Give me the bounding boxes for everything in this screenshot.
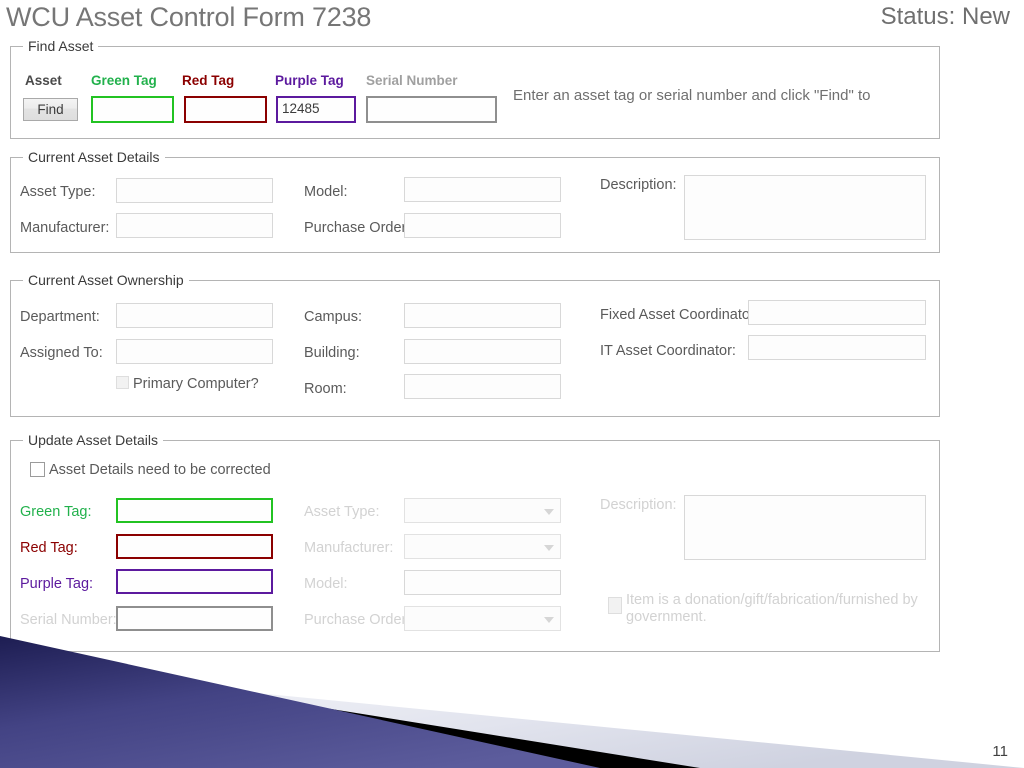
update-green-tag-input[interactable] (116, 498, 273, 523)
asset-details-correction-checkbox[interactable] (30, 462, 45, 477)
find-red-tag-value (186, 98, 265, 102)
update-serial-number-value (118, 608, 271, 612)
current-manufacturer-input[interactable] (116, 213, 273, 238)
update-manufacturer-dropdown[interactable] (404, 534, 561, 559)
find-purple-tag-value: 12485 (282, 101, 320, 116)
asset-column-header: Asset (25, 73, 62, 88)
find-button[interactable]: Find (23, 98, 78, 121)
find-asset-legend: Find Asset (23, 37, 99, 55)
assigned-to-input[interactable] (116, 339, 273, 364)
find-red-tag-input[interactable] (184, 96, 267, 123)
update-purple-tag-value (118, 571, 271, 575)
status-badge: Status: New (880, 3, 1010, 30)
update-model-value (405, 571, 560, 575)
find-purple-tag-input[interactable]: 12485 (276, 96, 356, 123)
update-asset-type-box (404, 498, 561, 523)
primary-computer-label: Primary Computer? (133, 376, 259, 392)
chevron-down-icon (544, 544, 554, 551)
current-description-input[interactable] (684, 175, 926, 240)
donation-checkbox[interactable] (608, 597, 622, 614)
department-label: Department: (20, 309, 100, 325)
update-purchase-order-box (404, 606, 561, 631)
chevron-down-icon (544, 616, 554, 623)
assigned-to-label: Assigned To: (20, 345, 103, 361)
update-red-tag-input[interactable] (116, 534, 273, 559)
current-manufacturer-label: Manufacturer: (20, 220, 110, 236)
current-description-value (685, 176, 925, 180)
building-label: Building: (304, 345, 360, 361)
update-manufacturer-box (404, 534, 561, 559)
navy-band (0, 636, 600, 768)
update-red-tag-value (118, 536, 271, 540)
department-value (117, 304, 272, 308)
fixed-asset-coordinator-input[interactable] (748, 300, 926, 325)
update-manufacturer-label: Manufacturer: (304, 540, 394, 556)
campus-input[interactable] (404, 303, 561, 328)
update-asset-type-label: Asset Type: (304, 504, 380, 520)
fixed-asset-coordinator-label: Fixed Asset Coordinator: (600, 307, 759, 323)
find-green-tag-input[interactable] (91, 96, 174, 123)
current-purchase-order-label: Purchase Order: (304, 220, 411, 236)
purple-tag-column-header: Purple Tag (275, 73, 344, 88)
it-asset-coordinator-label: IT Asset Coordinator: (600, 343, 736, 359)
update-purple-tag-input[interactable] (116, 569, 273, 594)
update-description-input[interactable] (684, 495, 926, 560)
find-help-text: Enter an asset tag or serial number and … (513, 87, 871, 104)
chevron-down-icon (544, 508, 554, 515)
page-number: 11 (992, 743, 1008, 760)
current-manufacturer-value (117, 214, 272, 218)
update-model-input[interactable] (404, 570, 561, 595)
room-value (405, 375, 560, 379)
current-model-label: Model: (304, 184, 348, 200)
update-purchase-order-label: Purchase Order: (304, 612, 411, 628)
current-asset-type-value (117, 179, 272, 183)
current-purchase-order-value (405, 214, 560, 218)
current-model-value (405, 178, 560, 182)
update-green-tag-value (118, 500, 271, 504)
current-asset-type-input[interactable] (116, 178, 273, 203)
building-value (405, 340, 560, 344)
red-tag-column-header: Red Tag (182, 73, 235, 88)
room-label: Room: (304, 381, 347, 397)
current-purchase-order-input[interactable] (404, 213, 561, 238)
current-asset-ownership-legend: Current Asset Ownership (23, 271, 189, 289)
campus-label: Campus: (304, 309, 363, 325)
primary-computer-checkbox[interactable] (116, 376, 129, 389)
room-input[interactable] (404, 374, 561, 399)
current-asset-type-label: Asset Type: (20, 184, 96, 200)
find-serial-number-value (368, 98, 495, 102)
donation-checkbox-label: Item is a donation/gift/fabrication/furn… (626, 592, 918, 625)
update-asset-type-dropdown[interactable] (404, 498, 561, 523)
department-input[interactable] (116, 303, 273, 328)
current-model-input[interactable] (404, 177, 561, 202)
update-model-label: Model: (304, 576, 348, 592)
fixed-asset-coordinator-value (749, 301, 925, 305)
update-green-tag-label: Green Tag: (20, 504, 92, 520)
building-input[interactable] (404, 339, 561, 364)
current-description-label: Description: (600, 177, 677, 193)
update-asset-details-legend: Update Asset Details (23, 431, 163, 449)
asset-details-correction-label: Asset Details need to be corrected (49, 462, 271, 478)
it-asset-coordinator-value (749, 336, 925, 340)
update-red-tag-label: Red Tag: (20, 540, 78, 556)
green-tag-column-header: Green Tag (91, 73, 157, 88)
update-serial-number-label: Serial Number: (20, 612, 117, 628)
update-purple-tag-label: Purple Tag: (20, 576, 94, 592)
update-description-label: Description: (600, 497, 677, 513)
page-title: WCU Asset Control Form 7238 (6, 2, 372, 32)
black-band (0, 656, 700, 768)
find-green-tag-value (93, 98, 172, 102)
update-serial-number-input[interactable] (116, 606, 273, 631)
silver-band (0, 668, 1024, 768)
find-serial-number-input[interactable] (366, 96, 497, 123)
current-asset-details-legend: Current Asset Details (23, 148, 165, 166)
assigned-to-value (117, 340, 272, 344)
it-asset-coordinator-input[interactable] (748, 335, 926, 360)
serial-number-column-header: Serial Number (366, 73, 458, 88)
update-purchase-order-dropdown[interactable] (404, 606, 561, 631)
update-description-value (685, 496, 925, 500)
campus-value (405, 304, 560, 308)
